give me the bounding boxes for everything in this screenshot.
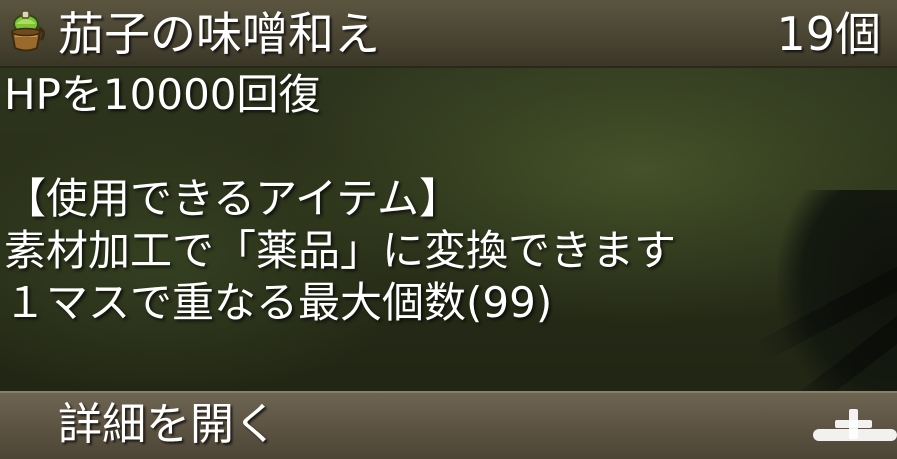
item-detail-panel: 茄子の味噌和え 19個 HPを10000回復 【使用できるアイテム】 素材加工で… bbox=[0, 0, 897, 459]
item-effect: HPを10000回復 bbox=[4, 70, 321, 119]
item-stack-limit: １マスで重なる最大個数(99) bbox=[4, 278, 553, 327]
item-header: 茄子の味噌和え 19個 bbox=[0, 0, 897, 68]
item-category: 【使用できるアイテム】 bbox=[4, 174, 461, 223]
plus-icon[interactable] bbox=[813, 405, 897, 449]
item-count: 19個 bbox=[776, 7, 881, 61]
item-processing-note: 素材加工で「薬品」に変換できます bbox=[4, 226, 677, 275]
open-details-label: 詳細を開く bbox=[58, 399, 278, 450]
item-name: 茄子の味噌和え bbox=[58, 7, 380, 61]
open-details-button[interactable]: 詳細を開く bbox=[0, 391, 897, 459]
green-pot-food-icon bbox=[6, 10, 50, 54]
